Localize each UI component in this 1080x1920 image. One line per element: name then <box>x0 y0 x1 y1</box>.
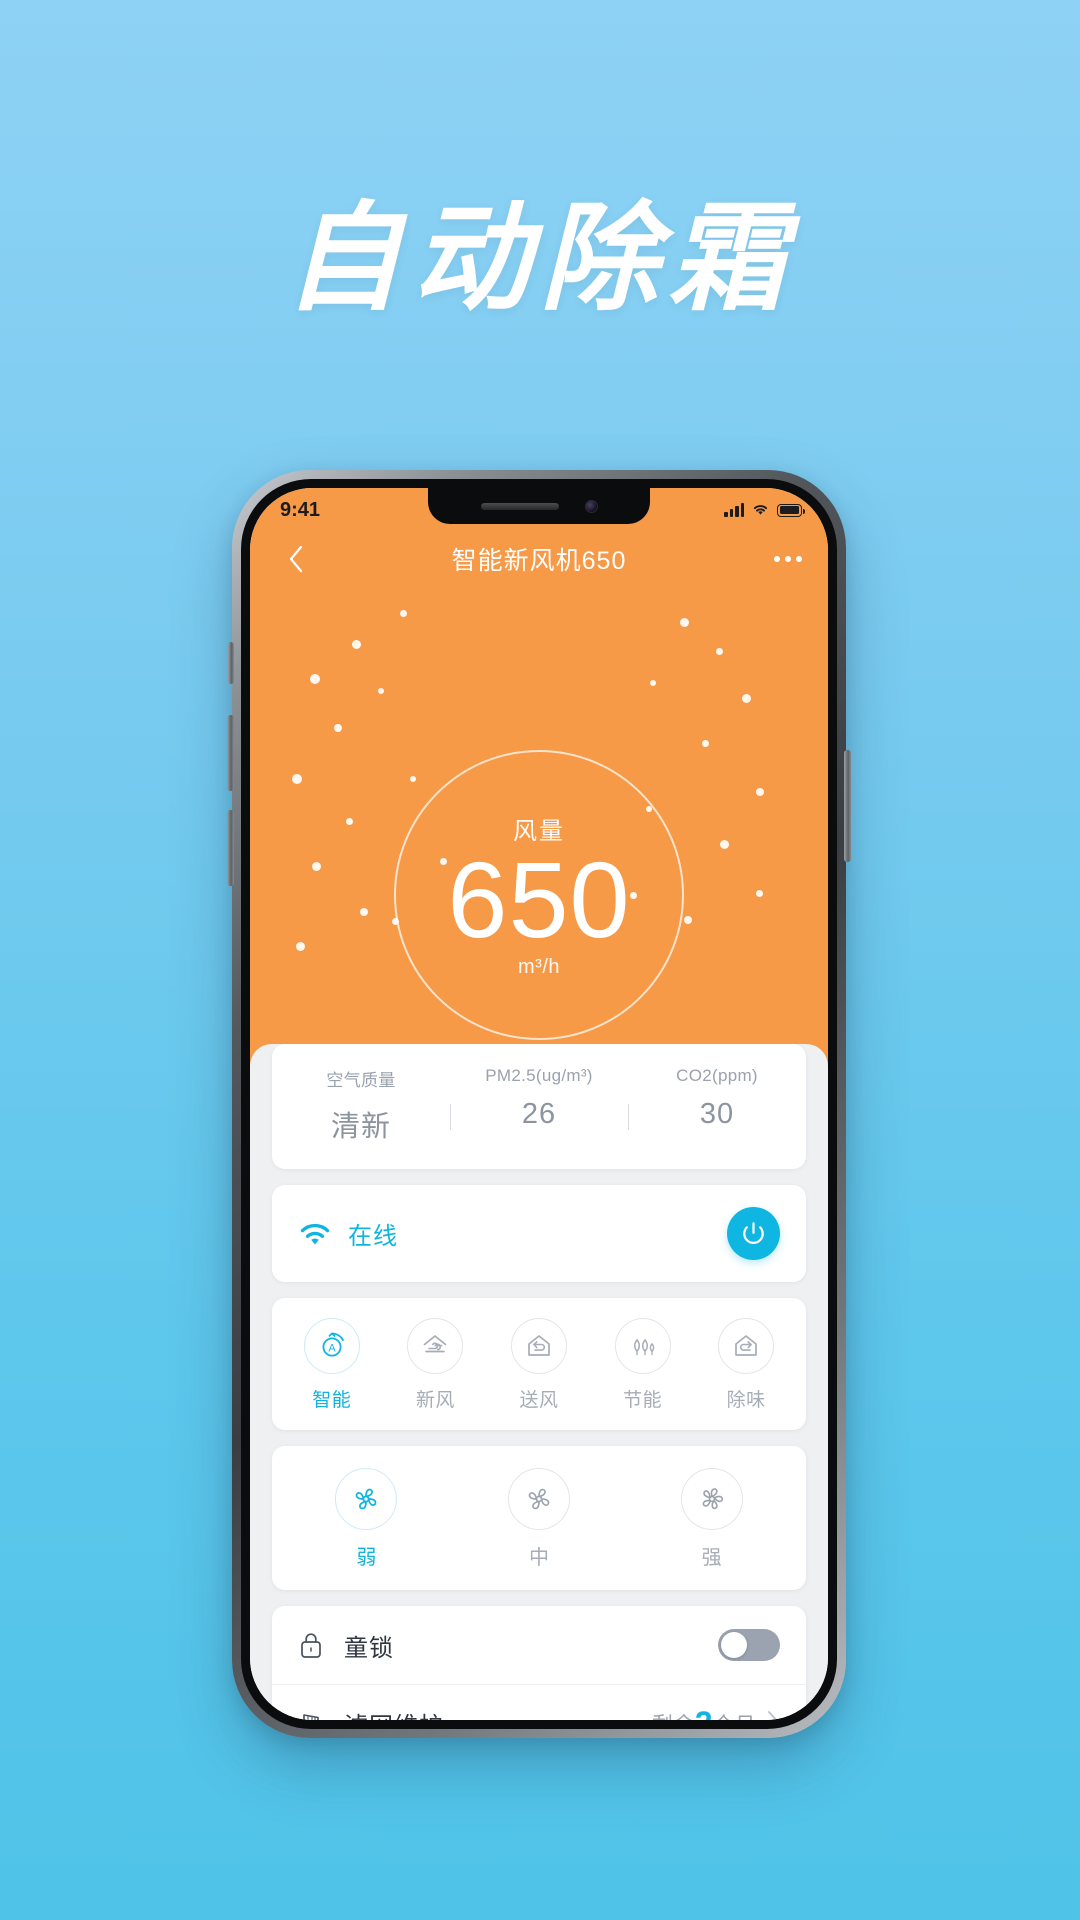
air-quality-card: 空气质量 清新 PM2.5(ug/m³) 26 CO2(ppm) 30 <box>272 1044 806 1169</box>
gauge-value: 650 <box>447 838 631 960</box>
chevron-right-icon <box>766 1710 780 1720</box>
mode-label: 除味 <box>726 1390 766 1411</box>
mode-label: 新风 <box>415 1390 455 1411</box>
fan-speed-card: 弱 中 强 <box>272 1446 806 1590</box>
air-quality-column: PM2.5(ug/m³) 26 <box>450 1066 628 1145</box>
back-button[interactable] <box>276 539 316 579</box>
svg-text:A: A <box>328 1342 336 1354</box>
lock-icon <box>298 1630 332 1660</box>
content-sheet: 空气质量 清新 PM2.5(ug/m³) 26 CO2(ppm) 30 在线 A… <box>250 1044 828 1720</box>
child-lock-label: 童锁 <box>344 1634 394 1662</box>
mode-button-supply-air[interactable]: 送风 <box>487 1318 591 1412</box>
fan-speed-medium[interactable]: 中 <box>453 1468 626 1570</box>
fresh-air-house-icon <box>407 1318 464 1374</box>
mode-label: 智能 <box>312 1390 352 1411</box>
air-quality-column: CO2(ppm) 30 <box>628 1066 806 1145</box>
status-bar-indicators <box>724 499 806 522</box>
more-options-button[interactable] <box>774 556 802 562</box>
air-quality-header: CO2(ppm) <box>676 1066 758 1085</box>
device-power-button[interactable] <box>844 750 851 862</box>
volume-down-button[interactable] <box>227 810 234 886</box>
device-status-card: 在线 <box>272 1185 806 1282</box>
air-quality-column: 空气质量 清新 <box>272 1066 450 1145</box>
power-toggle-button[interactable] <box>727 1207 780 1260</box>
filter-prefix: 剩余 <box>652 1714 695 1720</box>
wifi-icon <box>751 499 770 522</box>
deodorize-house-icon <box>718 1318 775 1374</box>
wifi-icon <box>298 1221 332 1247</box>
fan-medium-icon <box>508 1468 570 1530</box>
gauge-label: 风量 <box>513 817 565 845</box>
phone-device-frame: 9:41 智能新风机650 风量 650 m³/h 空气质量 清新 PM2.5(… <box>227 470 851 1738</box>
filter-remaining-value: 剩余2个月 <box>652 1705 756 1720</box>
front-camera-icon <box>584 499 598 513</box>
fan-speed-low[interactable]: 弱 <box>280 1468 453 1570</box>
fan-speed-label: 强 <box>701 1547 722 1569</box>
more-horizontal-icon <box>774 556 780 562</box>
fan-high-icon <box>680 1468 743 1530</box>
status-bar-time: 9:41 <box>280 498 321 521</box>
gauge-unit: m³/h <box>518 956 560 979</box>
filter-suffix: 个月 <box>713 1714 756 1720</box>
filter-months-number: 2 <box>695 1705 713 1720</box>
filter-mesh-icon <box>298 1709 332 1720</box>
phone-screen: 9:41 智能新风机650 风量 650 m³/h 空气质量 清新 PM2.5(… <box>250 488 828 1720</box>
filter-maintenance-row[interactable]: 滤网维护 剩余2个月 <box>272 1684 806 1720</box>
fan-low-icon <box>335 1468 398 1530</box>
mode-label: 送风 <box>519 1390 559 1411</box>
child-lock-row[interactable]: 童锁 <box>272 1606 806 1684</box>
air-quality-value: 清新 <box>330 1111 391 1143</box>
earpiece-speaker <box>480 502 559 510</box>
fan-speed-high[interactable]: 强 <box>625 1468 798 1570</box>
mode-label: 节能 <box>623 1390 663 1411</box>
silent-switch[interactable] <box>228 642 234 684</box>
fan-speed-label: 弱 <box>356 1547 377 1569</box>
mode-button-smart[interactable]: A 智能 <box>280 1318 384 1412</box>
air-quality-header: 空气质量 <box>326 1071 396 1090</box>
fan-speed-label: 中 <box>529 1547 549 1569</box>
filter-maintenance-label: 滤网维护 <box>344 1706 444 1720</box>
page-title: 自动除霜 <box>283 193 796 325</box>
notch <box>428 488 650 524</box>
child-lock-toggle[interactable] <box>718 1629 780 1661</box>
air-quality-value: 30 <box>699 1098 735 1130</box>
hero-panel: 智能新风机650 风量 650 m³/h <box>250 488 828 1078</box>
volume-up-button[interactable] <box>227 715 234 791</box>
auto-mode-icon: A <box>303 1318 360 1374</box>
chevron-left-icon <box>289 545 303 573</box>
supply-air-house-icon <box>510 1318 567 1374</box>
online-status-label: 在线 <box>348 1223 398 1250</box>
air-quality-value: 26 <box>521 1098 557 1130</box>
mode-selector-card: A 智能 新风 送风 节能 除味 <box>272 1298 806 1430</box>
app-title: 智能新风机650 <box>451 547 627 575</box>
app-nav-bar: 智能新风机650 <box>250 528 828 590</box>
air-quality-header: PM2.5(ug/m³) <box>485 1066 593 1085</box>
settings-card: 童锁 滤网维护 <box>272 1606 806 1720</box>
mode-button-deodorize[interactable]: 除味 <box>694 1318 798 1412</box>
mode-button-eco[interactable]: 节能 <box>591 1318 695 1412</box>
phone-bezel: 9:41 智能新风机650 风量 650 m³/h 空气质量 清新 PM2.5(… <box>241 479 837 1729</box>
airflow-gauge: 风量 650 m³/h <box>394 750 684 1040</box>
cellular-signal-icon <box>724 503 744 517</box>
eco-leaf-icon <box>614 1318 671 1374</box>
power-icon <box>743 1222 764 1244</box>
mode-button-fresh-air[interactable]: 新风 <box>384 1318 488 1412</box>
battery-icon <box>777 503 806 517</box>
